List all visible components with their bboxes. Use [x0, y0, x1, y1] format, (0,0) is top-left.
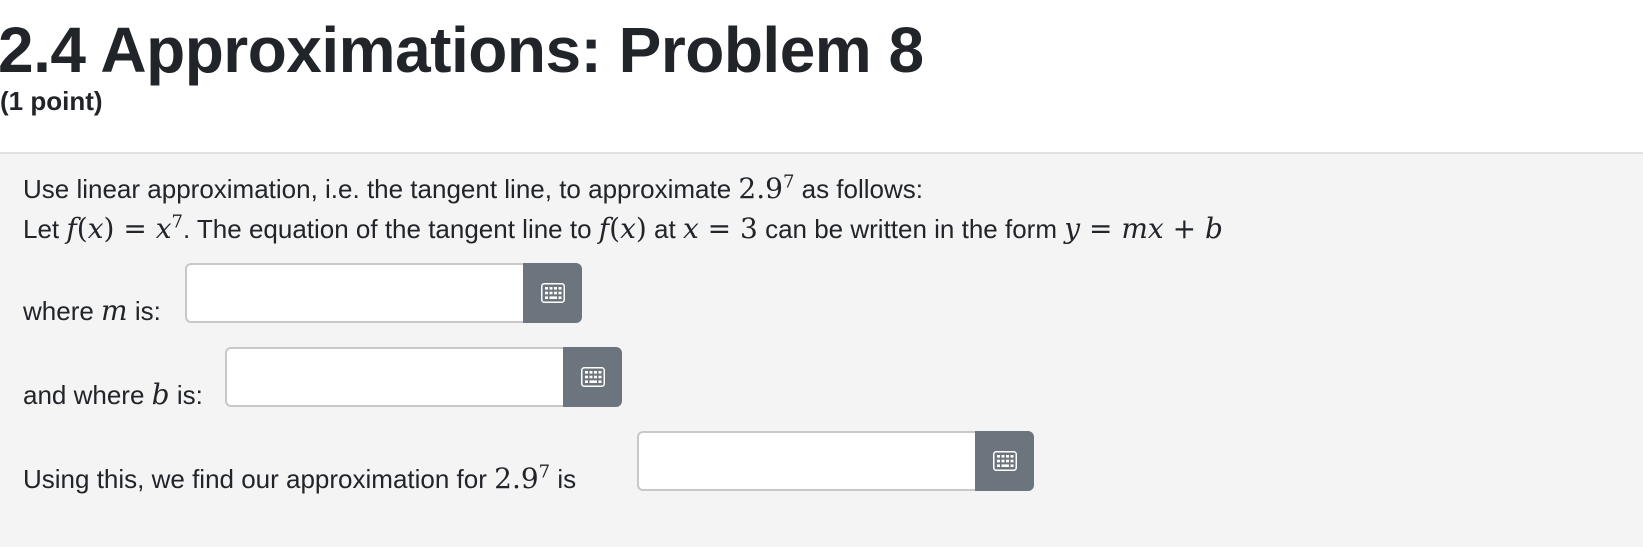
prompt-text: is: — [169, 380, 203, 410]
m-answer-input[interactable] — [185, 263, 523, 323]
m-prompt: where m is: — [23, 294, 161, 328]
math-expression: 2.97 — [494, 462, 550, 495]
math-op: = — [114, 212, 156, 245]
math-expression: 2.97 — [738, 172, 794, 205]
m-math-keyboard-button[interactable] — [523, 263, 582, 323]
problem-statement: Let f(x) = x7. The equation of the tange… — [23, 212, 1223, 246]
math-var: x — [155, 212, 172, 245]
math-exponent: 7 — [171, 211, 183, 233]
math-var: f — [66, 212, 77, 245]
prompt-text: where — [23, 296, 102, 326]
math-var: x — [682, 212, 699, 245]
b-answer-group — [225, 347, 622, 407]
math-var-m: m — [101, 294, 128, 327]
math-op: = 3 — [698, 212, 758, 245]
prompt-text: is: — [127, 296, 161, 326]
prompt-text: is — [550, 464, 577, 494]
b-math-keyboard-button[interactable] — [563, 347, 622, 407]
math-op: = — [1080, 212, 1122, 245]
keyboard-icon — [992, 451, 1017, 471]
b-answer-input[interactable] — [225, 347, 563, 407]
math-var: f — [598, 212, 610, 245]
instruction-suffix: as follows: — [794, 174, 923, 204]
math-var: x — [87, 212, 104, 245]
math-base: 2.9 — [494, 462, 539, 495]
math-line-form: y = mx + b — [1064, 212, 1223, 245]
page-title: 2.4 Approximations: Problem 8 — [0, 14, 924, 86]
keyboard-icon — [540, 283, 565, 303]
instruction-text: Use linear approximation, i.e. the tange… — [23, 174, 739, 204]
math-exponent: 7 — [538, 461, 551, 483]
math-var: y — [1064, 212, 1081, 245]
statement-text: . The equation of the tangent line to — [182, 214, 599, 244]
problem-body: Use linear approximation, i.e. the tange… — [0, 152, 1643, 547]
math-exponent: 7 — [782, 171, 795, 193]
math-op: + — [1163, 212, 1205, 245]
math-var-b: b — [151, 378, 170, 411]
points-label: (1 point) — [0, 86, 103, 116]
b-prompt: and where b is: — [23, 378, 203, 412]
approximation-prompt: Using this, we find our approximation fo… — [23, 462, 576, 496]
prompt-text: and where — [23, 380, 152, 410]
math-function-ref: f(x) — [598, 212, 647, 245]
approximation-answer-group — [637, 431, 1034, 491]
prompt-text: Using this, we find our approximation fo… — [23, 464, 495, 494]
statement-text: Let — [23, 214, 67, 244]
math-var: b — [1204, 212, 1223, 245]
keyboard-icon — [580, 367, 605, 387]
problem-instruction: Use linear approximation, i.e. the tange… — [23, 172, 923, 206]
math-var: x — [1147, 212, 1164, 245]
math-point: x = 3 — [683, 212, 758, 245]
approximation-answer-input[interactable] — [637, 431, 975, 491]
math-var: m — [1121, 212, 1148, 245]
math-var: x — [620, 212, 636, 245]
math-function-definition: f(x) = x7 — [66, 211, 183, 245]
statement-text: at — [646, 214, 683, 244]
math-base: 2.9 — [738, 172, 783, 205]
problem-header: 2.4 Approximations: Problem 8 (1 point) — [0, 0, 1643, 152]
m-answer-group — [185, 263, 582, 323]
approximation-math-keyboard-button[interactable] — [975, 431, 1034, 491]
statement-text: can be written in the form — [757, 214, 1065, 244]
